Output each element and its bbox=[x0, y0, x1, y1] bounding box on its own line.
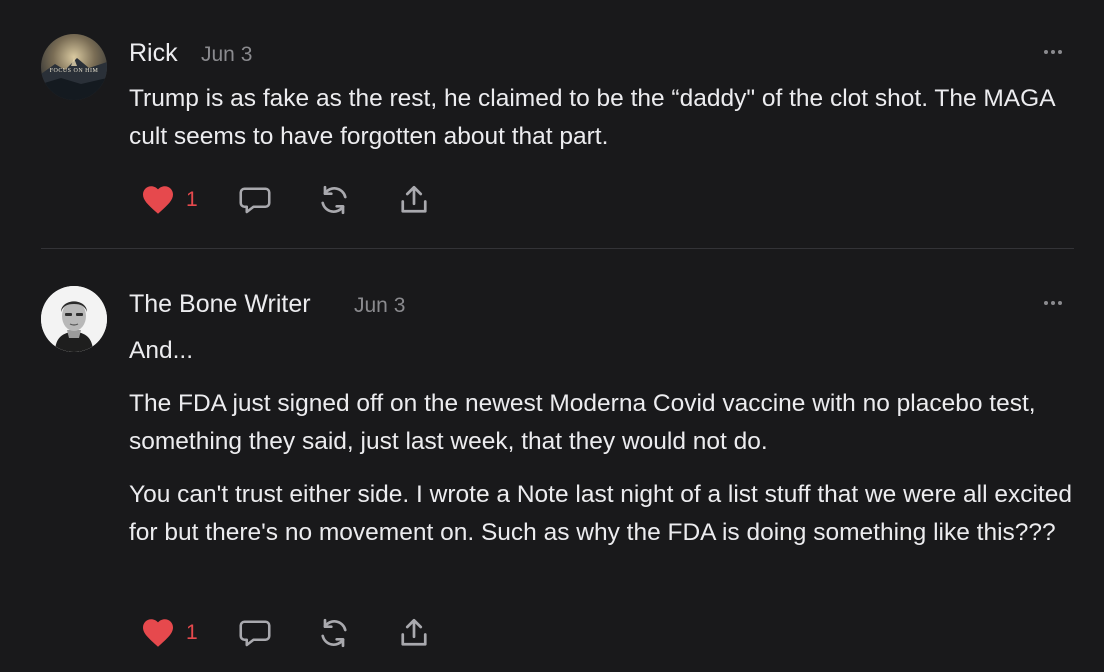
restack-icon bbox=[321, 185, 347, 215]
comment-date[interactable]: Jun 3 bbox=[354, 294, 405, 318]
avatar-image bbox=[41, 286, 107, 352]
like-button[interactable]: 1 bbox=[140, 182, 210, 218]
comment-rick: FOCUS ON HIM Rick Jun 3 Trump is as fake… bbox=[0, 0, 1104, 248]
comment-the-bone-writer: The Bone Writer Jun 3 And... The FDA jus… bbox=[0, 249, 1104, 672]
comment-paragraph: And... bbox=[129, 337, 194, 364]
comment-bubble-icon bbox=[239, 620, 271, 647]
share-icon bbox=[401, 185, 427, 213]
comment-date[interactable]: Jun 3 bbox=[201, 43, 252, 67]
share-button[interactable] bbox=[396, 182, 432, 218]
avatar-text: FOCUS ON HIM bbox=[49, 68, 99, 74]
avatar-image bbox=[41, 34, 107, 100]
restack-icon bbox=[321, 618, 347, 648]
comment-actions: 1 bbox=[140, 182, 460, 218]
like-count: 1 bbox=[186, 188, 198, 211]
avatar[interactable] bbox=[41, 286, 107, 352]
comment-paragraph: You can't trust either side. I wrote a N… bbox=[129, 481, 1072, 546]
like-count: 1 bbox=[186, 621, 198, 644]
restack-button[interactable] bbox=[316, 615, 352, 651]
heart-icon bbox=[143, 186, 173, 214]
comment-bubble-icon bbox=[239, 187, 271, 214]
share-button[interactable] bbox=[396, 615, 432, 651]
avatar[interactable]: FOCUS ON HIM bbox=[41, 34, 107, 100]
heart-icon bbox=[143, 619, 173, 647]
more-options-icon[interactable] bbox=[1040, 298, 1070, 308]
reply-button[interactable] bbox=[237, 182, 273, 218]
reply-button[interactable] bbox=[237, 615, 273, 651]
author-name[interactable]: The Bone Writer bbox=[129, 290, 311, 319]
comment-paragraph: The FDA just signed off on the newest Mo… bbox=[129, 390, 1036, 455]
author-name[interactable]: Rick bbox=[129, 39, 178, 68]
like-button[interactable]: 1 bbox=[140, 615, 210, 651]
comment-body: Trump is as fake as the rest, he claimed… bbox=[129, 85, 1055, 150]
comment-actions: 1 bbox=[140, 615, 460, 651]
restack-button[interactable] bbox=[316, 182, 352, 218]
more-options-icon[interactable] bbox=[1040, 47, 1070, 57]
share-icon bbox=[401, 618, 427, 646]
